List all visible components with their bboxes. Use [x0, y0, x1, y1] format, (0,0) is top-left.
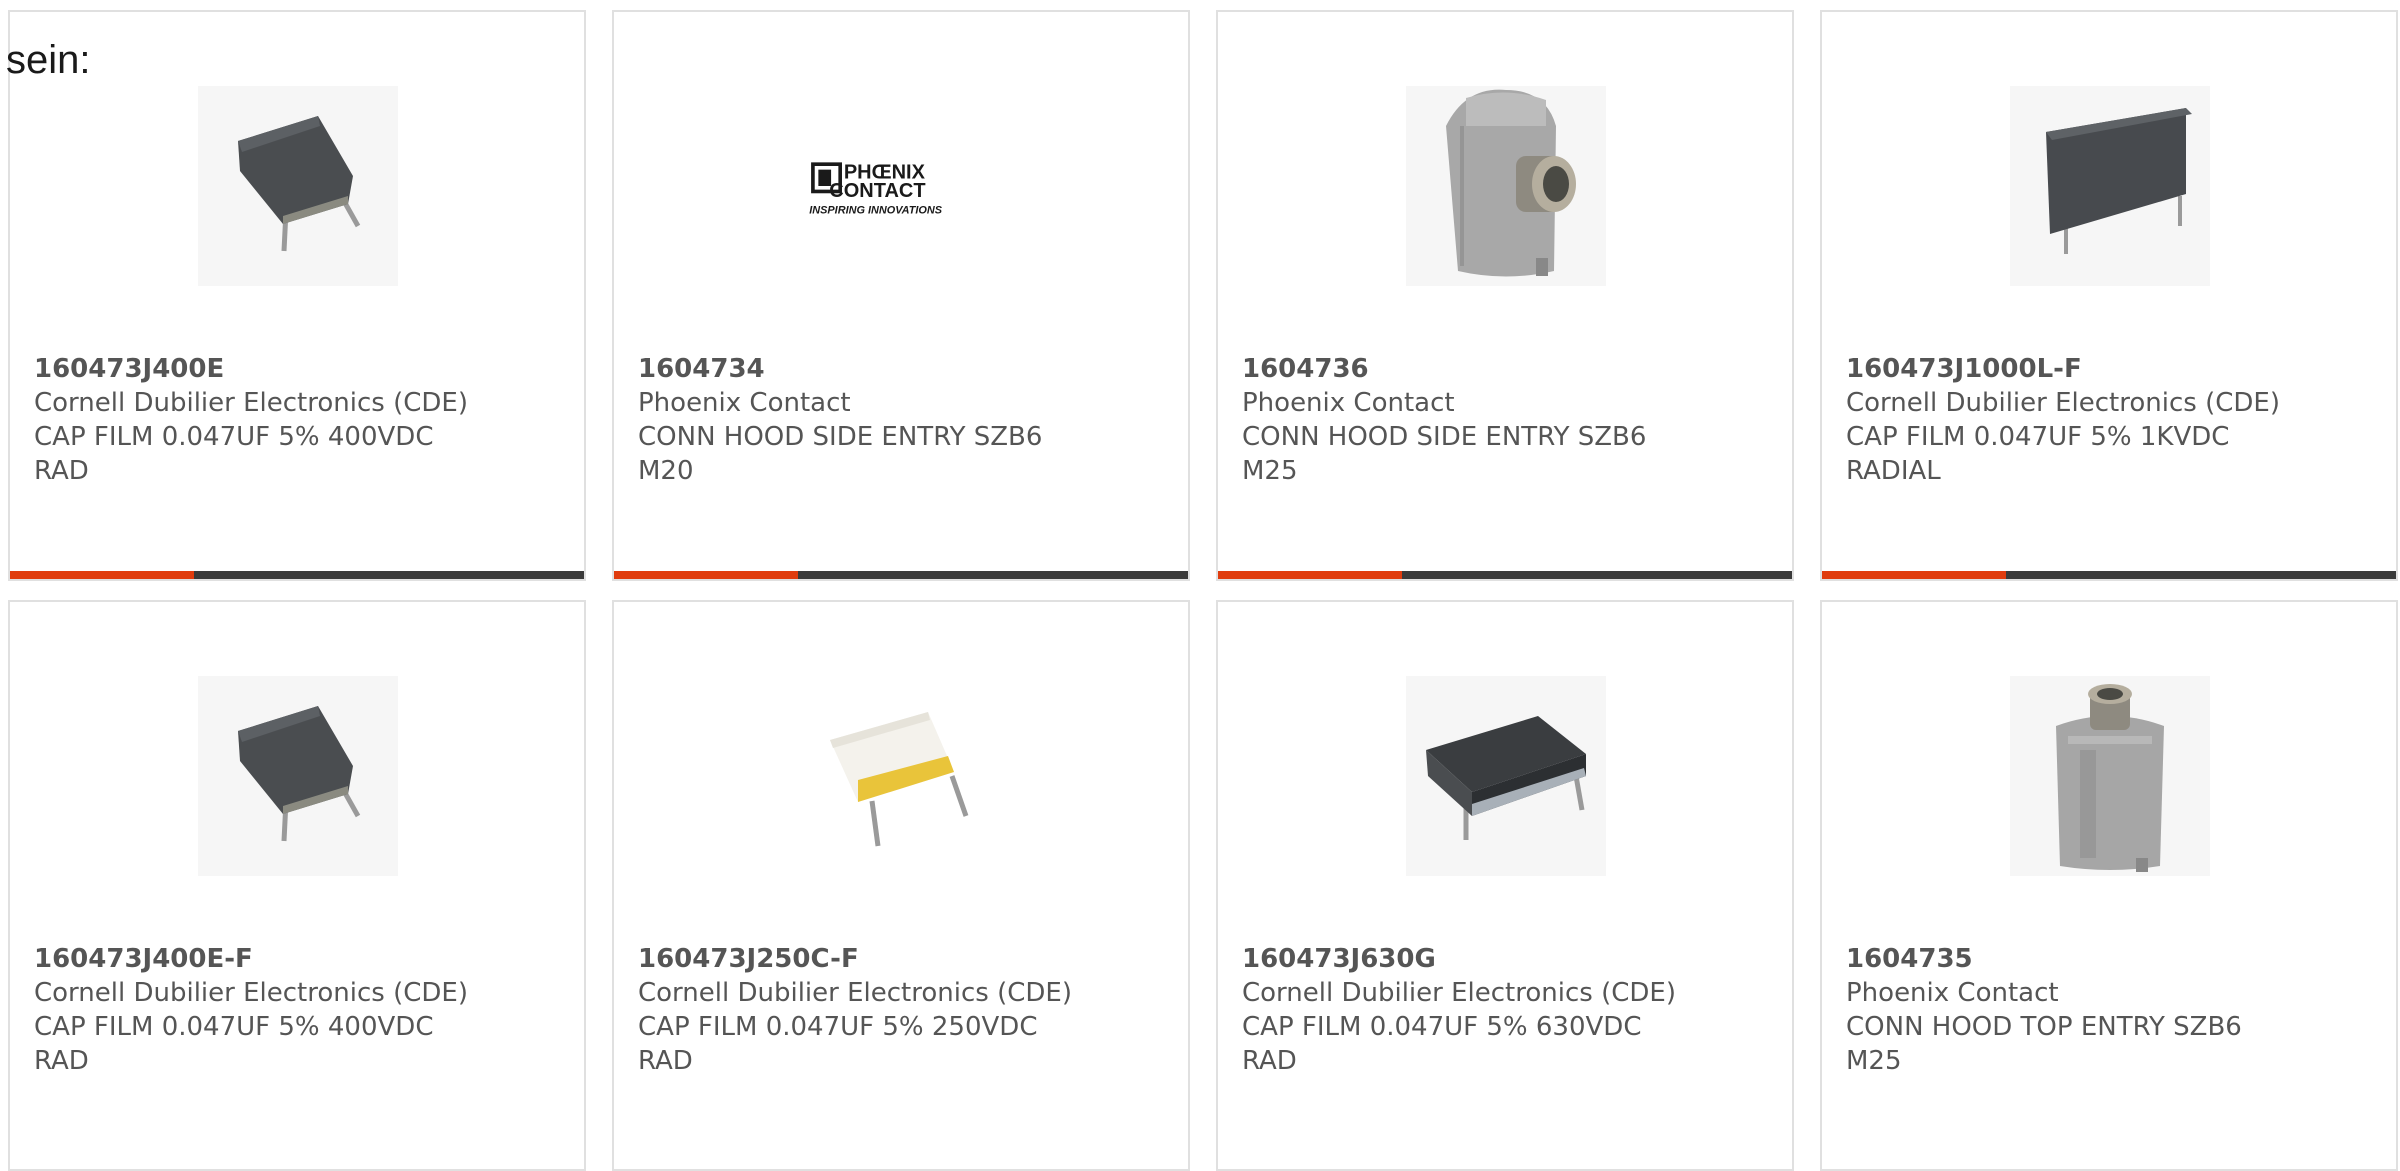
capacitor-film-wide-icon: [2010, 86, 2210, 286]
capacitor-film-white-icon: [802, 676, 1002, 876]
product-card[interactable]: 1604735 Phoenix Contact CONN HOOD TOP EN…: [1820, 600, 2398, 1171]
card-accent-bar: [1822, 571, 2006, 579]
product-image[interactable]: [2010, 676, 2210, 876]
part-number-link[interactable]: 160473J1000L-F: [1846, 352, 2366, 386]
svg-text:CONTACT: CONTACT: [829, 180, 925, 202]
part-number-link[interactable]: 1604736: [1242, 352, 1762, 386]
intro-text: sein:: [6, 38, 91, 82]
product-card[interactable]: 160473J630G Cornell Dubilier Electronics…: [1216, 600, 1794, 1171]
description-line: M20: [638, 456, 694, 486]
description-line: RAD: [34, 1046, 89, 1076]
description-line: RAD: [1242, 1046, 1297, 1076]
product-card[interactable]: 160473J250C-F Cornell Dubilier Electroni…: [612, 600, 1190, 1171]
description-line: RAD: [638, 1046, 693, 1076]
part-number-link[interactable]: 160473J400E-F: [34, 942, 554, 976]
description-line: CAP FILM 0.047UF 5% 400VDC: [34, 422, 434, 452]
description-line: CONN HOOD TOP ENTRY SZB6: [1846, 1012, 2242, 1042]
capacitor-film-dark-icon: [198, 86, 398, 286]
description-line: CAP FILM 0.047UF 5% 630VDC: [1242, 1012, 1642, 1042]
manufacturer-name: Cornell Dubilier Electronics (CDE): [638, 978, 1072, 1008]
connector-hood-side-icon: [1406, 86, 1606, 286]
product-card[interactable]: 160473J1000L-F Cornell Dubilier Electron…: [1820, 10, 2398, 581]
connector-hood-top-icon: [2010, 676, 2210, 876]
manufacturer-name: Cornell Dubilier Electronics (CDE): [34, 978, 468, 1008]
card-accent-bar: [614, 571, 798, 579]
manufacturer-name: Cornell Dubilier Electronics (CDE): [1242, 978, 1676, 1008]
card-bottom-bar: [10, 571, 584, 579]
part-number-link[interactable]: 1604735: [1846, 942, 2366, 976]
description-line: CAP FILM 0.047UF 5% 1KVDC: [1846, 422, 2230, 452]
description-line: M25: [1242, 456, 1298, 486]
card-bottom-bar: [614, 571, 1188, 579]
description-line: CONN HOOD SIDE ENTRY SZB6: [1242, 422, 1647, 452]
product-card[interactable]: 160473J400E-F Cornell Dubilier Electroni…: [8, 600, 586, 1171]
product-grid: 160473J400E Cornell Dubilier Electronics…: [8, 10, 2400, 1171]
product-image[interactable]: [198, 676, 398, 876]
product-image[interactable]: [198, 86, 398, 286]
manufacturer-name: Phoenix Contact: [638, 388, 851, 418]
card-accent-bar: [1218, 571, 1402, 579]
description-line: CONN HOOD SIDE ENTRY SZB6: [638, 422, 1043, 452]
product-image[interactable]: [802, 676, 1002, 876]
card-bottom-bar: [1218, 571, 1792, 579]
capacitor-film-box-icon: [1406, 676, 1606, 876]
description-line: RADIAL: [1846, 456, 1941, 486]
phoenix-contact-logo-icon: PHŒNIX CONTACT INSPIRING INNOVATIONS: [809, 162, 942, 217]
product-image[interactable]: [1406, 86, 1606, 286]
product-card[interactable]: PHŒNIX CONTACT INSPIRING INNOVATIONS 160…: [612, 10, 1190, 581]
manufacturer-name: Phoenix Contact: [1242, 388, 1455, 418]
description-line: RAD: [34, 456, 89, 486]
manufacturer-name: Cornell Dubilier Electronics (CDE): [34, 388, 468, 418]
manufacturer-name: Phoenix Contact: [1846, 978, 2059, 1008]
capacitor-film-dark-icon: [198, 676, 398, 876]
product-image[interactable]: [1406, 676, 1606, 876]
part-number-link[interactable]: 160473J250C-F: [638, 942, 1158, 976]
product-card[interactable]: 160473J400E Cornell Dubilier Electronics…: [8, 10, 586, 581]
product-card[interactable]: 1604736 Phoenix Contact CONN HOOD SIDE E…: [1216, 10, 1794, 581]
manufacturer-name: Cornell Dubilier Electronics (CDE): [1846, 388, 2280, 418]
description-line: CAP FILM 0.047UF 5% 250VDC: [638, 1012, 1038, 1042]
part-number-link[interactable]: 160473J630G: [1242, 942, 1762, 976]
product-image[interactable]: PHŒNIX CONTACT INSPIRING INNOVATIONS: [802, 86, 1002, 286]
part-number-link[interactable]: 1604734: [638, 352, 1158, 386]
card-accent-bar: [10, 571, 194, 579]
description-line: CAP FILM 0.047UF 5% 400VDC: [34, 1012, 434, 1042]
product-image[interactable]: [2010, 86, 2210, 286]
svg-text:INSPIRING INNOVATIONS: INSPIRING INNOVATIONS: [809, 204, 942, 216]
part-number-link[interactable]: 160473J400E: [34, 352, 554, 386]
card-bottom-bar: [1822, 571, 2396, 579]
description-line: M25: [1846, 1046, 1902, 1076]
